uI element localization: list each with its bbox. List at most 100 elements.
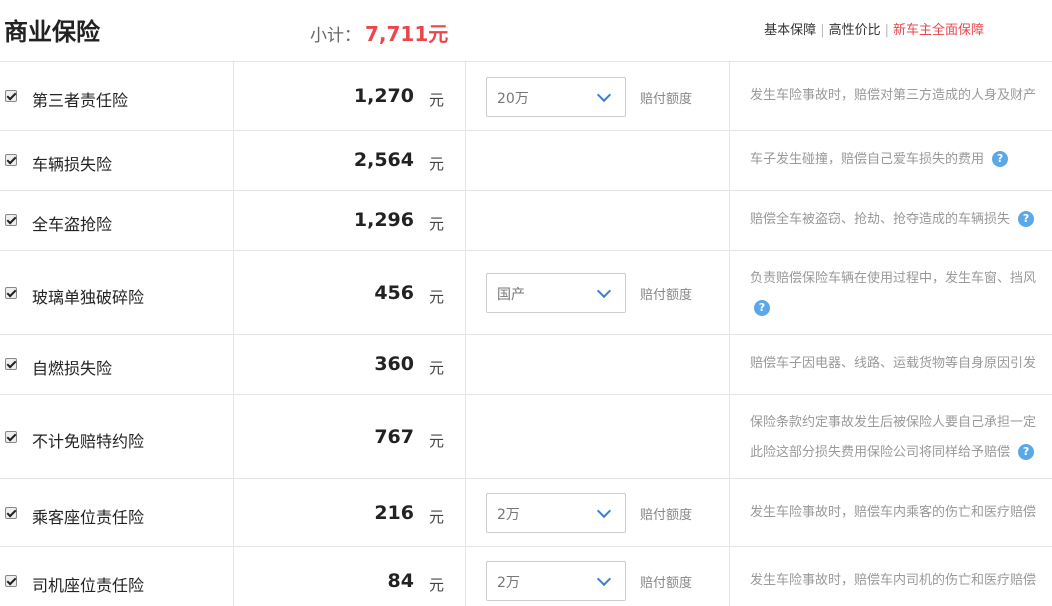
price-unit: 元 bbox=[429, 155, 445, 173]
row-checkbox[interactable] bbox=[5, 358, 17, 370]
insurance-name: 自燃损失险 bbox=[32, 359, 113, 378]
insurance-row-passenger-seat: 乘客座位责任险 216 元 2万 赔付额度 发生车险事故时，赔偿车内乘客的伤亡和… bbox=[0, 479, 1052, 547]
insurance-description: 保险条款约定事故发生后被保险人要自己承担一定 此险这部分损失费用保险公司将同样给… bbox=[750, 408, 1052, 468]
insurance-row-glass: 玻璃单独破碎险 456 元 国产 赔付额度 负责赔偿保险车辆在使用过程中，发生车… bbox=[0, 251, 1052, 335]
plan-basic[interactable]: 基本保障 bbox=[764, 23, 816, 38]
plan-divider: | bbox=[884, 23, 889, 38]
section-header: 商业保险 小计： 7,711元 基本保障 | 高性价比 | 新车主全面保障 bbox=[0, 0, 1052, 62]
column-divider bbox=[465, 335, 466, 394]
insurance-name: 车辆损失险 bbox=[32, 155, 113, 174]
question-icon[interactable]: ? bbox=[1018, 443, 1035, 460]
description-text: 车子发生碰撞，赔偿自己爱车损失的费用 bbox=[750, 152, 985, 167]
coverage-select[interactable]: 20万 bbox=[486, 77, 626, 117]
insurance-description: 车子发生碰撞，赔偿自己爱车损失的费用? bbox=[750, 145, 1052, 175]
price-unit: 元 bbox=[429, 432, 445, 450]
column-divider bbox=[729, 335, 730, 394]
description-text: 发生车险事故时，赔偿对第三方造成的人身及财产 bbox=[750, 88, 1037, 103]
insurance-price: 1,296 bbox=[353, 209, 414, 231]
insurance-price: 84 bbox=[387, 570, 414, 592]
question-icon[interactable]: ? bbox=[754, 299, 770, 316]
row-checkbox[interactable] bbox=[5, 575, 17, 587]
row-checkbox[interactable] bbox=[5, 287, 17, 299]
column-divider bbox=[729, 131, 730, 190]
insurance-price: 2,564 bbox=[353, 149, 414, 171]
insurance-price: 767 bbox=[374, 426, 414, 448]
column-divider bbox=[233, 395, 234, 478]
coverage-hint: 赔付额度 bbox=[640, 576, 693, 591]
row-checkbox[interactable] bbox=[5, 214, 17, 226]
plan-divider: | bbox=[820, 23, 825, 38]
column-divider bbox=[465, 547, 466, 606]
insurance-name: 乘客座位责任险 bbox=[32, 508, 145, 527]
description-text: 发生车险事故时，赔偿车内乘客的伤亡和医疗赔偿 bbox=[750, 505, 1037, 520]
column-divider bbox=[233, 191, 234, 250]
column-divider bbox=[729, 62, 730, 130]
coverage-hint: 赔付额度 bbox=[640, 288, 693, 303]
plan-links: 基本保障 | 高性价比 | 新车主全面保障 bbox=[764, 19, 984, 38]
column-divider bbox=[465, 251, 466, 334]
description-text-line2: 此险这部分损失费用保险公司将同样给予赔偿 bbox=[750, 445, 1011, 460]
coverage-select-value: 国产 bbox=[497, 287, 525, 303]
chevron-down-icon bbox=[596, 87, 612, 103]
column-divider bbox=[233, 547, 234, 606]
insurance-row-self-ignition: 自燃损失险 360 元 赔偿车子因电器、线路、运载货物等自身原因引发 bbox=[0, 335, 1052, 395]
subtotal: 小计： 7,711元 bbox=[310, 18, 448, 47]
row-checkbox[interactable] bbox=[5, 90, 17, 102]
insurance-name: 第三者责任险 bbox=[32, 91, 129, 110]
price-unit: 元 bbox=[429, 288, 445, 306]
insurance-name: 司机座位责任险 bbox=[32, 576, 145, 595]
coverage-hint: 赔付额度 bbox=[640, 508, 693, 523]
insurance-row-third-party: 第三者责任险 1,270 元 20万 赔付额度 发生车险事故时，赔偿对第三方造成… bbox=[0, 62, 1052, 131]
chevron-down-icon bbox=[596, 283, 612, 299]
chevron-down-icon bbox=[596, 503, 612, 519]
column-divider bbox=[233, 479, 234, 546]
insurance-name: 玻璃单独破碎险 bbox=[32, 288, 145, 307]
subtotal-amount: 7,711元 bbox=[365, 22, 449, 46]
column-divider bbox=[233, 131, 234, 190]
column-divider bbox=[465, 191, 466, 250]
column-divider bbox=[233, 335, 234, 394]
column-divider bbox=[233, 251, 234, 334]
description-text: 赔偿车子因电器、线路、运载货物等自身原因引发 bbox=[750, 356, 1037, 371]
question-icon[interactable]: ? bbox=[992, 150, 1009, 167]
insurance-price: 360 bbox=[374, 353, 414, 375]
price-unit: 元 bbox=[429, 508, 445, 526]
insurance-row-driver-seat: 司机座位责任险 84 元 2万 赔付额度 发生车险事故时，赔偿车内司机的伤亡和医… bbox=[0, 547, 1052, 606]
insurance-description: 赔偿车子因电器、线路、运载货物等自身原因引发 bbox=[750, 349, 1052, 379]
insurance-description: 发生车险事故时，赔偿车内司机的伤亡和医疗赔偿 bbox=[750, 566, 1052, 596]
column-divider bbox=[729, 191, 730, 250]
plan-value[interactable]: 高性价比 bbox=[829, 23, 881, 38]
chevron-down-icon bbox=[596, 571, 612, 587]
insurance-description: 发生车险事故时，赔偿对第三方造成的人身及财产 bbox=[750, 81, 1052, 111]
column-divider bbox=[465, 395, 466, 478]
page-title: 商业保险 bbox=[4, 18, 100, 46]
insurance-row-no-deductible: 不计免赔特约险 767 元 保险条款约定事故发生后被保险人要自己承担一定 此险这… bbox=[0, 395, 1052, 479]
column-divider bbox=[729, 395, 730, 478]
coverage-select[interactable]: 2万 bbox=[486, 493, 626, 533]
insurance-name: 全车盗抢险 bbox=[32, 215, 113, 234]
row-checkbox[interactable] bbox=[5, 431, 17, 443]
column-divider bbox=[729, 251, 730, 334]
description-text: 负责赔偿保险车辆在使用过程中，发生车窗、挡风 bbox=[750, 271, 1037, 286]
price-unit: 元 bbox=[429, 359, 445, 377]
column-divider bbox=[729, 479, 730, 546]
row-checkbox[interactable] bbox=[5, 507, 17, 519]
insurance-row-vehicle-damage: 车辆损失险 2,564 元 车子发生碰撞，赔偿自己爱车损失的费用? bbox=[0, 131, 1052, 191]
coverage-select[interactable]: 国产 bbox=[486, 273, 626, 313]
row-checkbox[interactable] bbox=[5, 154, 17, 166]
column-divider bbox=[233, 62, 234, 130]
coverage-select[interactable]: 2万 bbox=[486, 561, 626, 601]
column-divider bbox=[465, 131, 466, 190]
insurance-price: 216 bbox=[374, 502, 414, 524]
coverage-select-value: 2万 bbox=[497, 507, 520, 523]
insurance-name: 不计免赔特约险 bbox=[32, 432, 145, 451]
insurance-price: 1,270 bbox=[353, 85, 414, 107]
price-unit: 元 bbox=[429, 91, 445, 109]
question-icon[interactable]: ? bbox=[1018, 210, 1035, 227]
column-divider bbox=[465, 62, 466, 130]
description-text: 发生车险事故时，赔偿车内司机的伤亡和医疗赔偿 bbox=[750, 573, 1037, 588]
plan-new-owner-full[interactable]: 新车主全面保障 bbox=[893, 23, 984, 38]
insurance-row-theft: 全车盗抢险 1,296 元 赔偿全车被盗窃、抢劫、抢夺造成的车辆损失? bbox=[0, 191, 1052, 251]
insurance-price: 456 bbox=[374, 282, 414, 304]
subtotal-label: 小计： bbox=[310, 26, 361, 46]
